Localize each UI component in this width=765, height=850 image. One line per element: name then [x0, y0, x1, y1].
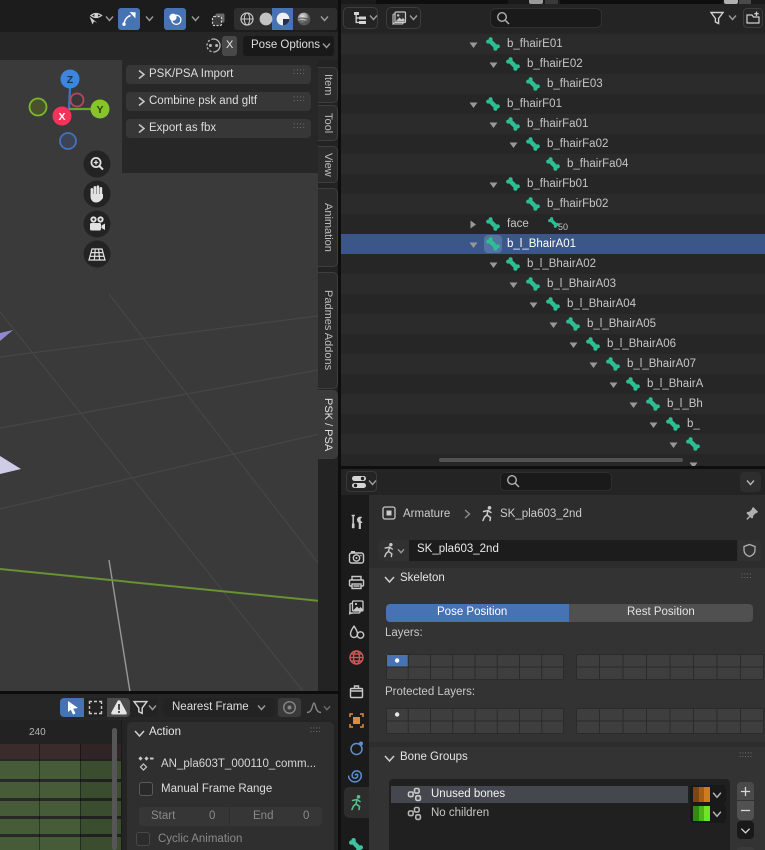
svg-text:Z: Z: [67, 74, 74, 86]
svg-text:Y: Y: [96, 104, 103, 116]
svg-text:X: X: [58, 111, 65, 123]
